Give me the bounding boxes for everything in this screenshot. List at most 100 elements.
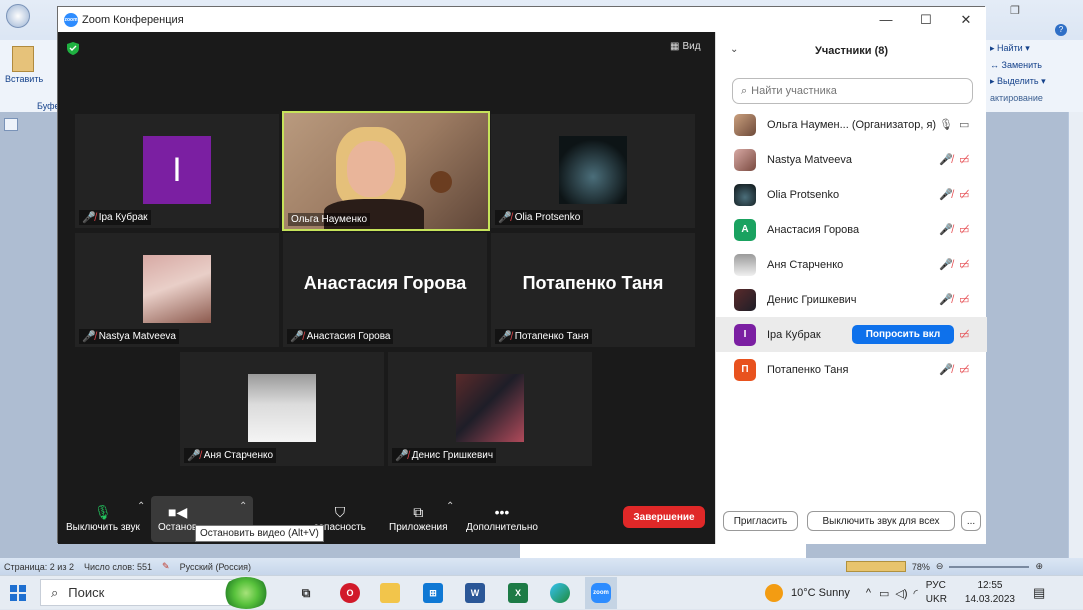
excel-icon[interactable]: X — [508, 583, 528, 603]
end-meeting-button[interactable]: Завершение — [623, 506, 705, 528]
help-icon[interactable]: ? — [1055, 24, 1067, 36]
video-tile[interactable]: 🎤̸ Денис Гришкевич — [388, 352, 592, 466]
participant-row[interactable]: Денис Гришкевич 🎤̸ ▭̸ — [716, 282, 987, 317]
zoom-app-icon[interactable]: zoom — [591, 583, 611, 603]
microphone-icon: 🎙 — [94, 504, 112, 520]
video-off-icon[interactable]: ▭̸ — [959, 223, 969, 236]
paste-label[interactable]: Вставить — [5, 74, 43, 84]
mic-muted-icon[interactable]: 🎤̸ — [939, 258, 953, 271]
select-button[interactable]: ▸ Выделить ▾ — [986, 73, 1083, 90]
invite-button[interactable]: Пригласить — [723, 511, 798, 531]
taskbar-search[interactable]: ⌕ Поиск — [40, 579, 240, 606]
replace-button[interactable]: ↔ Заменить — [986, 57, 1083, 73]
ask-to-unmute-button[interactable]: Попросить вкл — [852, 325, 954, 344]
search-highlight-icon[interactable] — [222, 577, 270, 609]
video-tile-active-speaker[interactable]: Ольга Науменко — [282, 111, 490, 231]
video-tile[interactable]: 🎤̸ Nastya Matveeva — [75, 233, 279, 347]
audio-options-caret[interactable]: ⌃ — [137, 501, 145, 512]
windows-start-icon[interactable] — [10, 585, 26, 601]
paste-icon[interactable] — [12, 46, 34, 72]
language-indicator[interactable]: РУС UKR — [926, 579, 947, 607]
zoom-track[interactable] — [949, 565, 1030, 568]
word-count[interactable]: Число слов: 551 — [84, 562, 152, 572]
notification-icon[interactable]: ▤ — [1033, 585, 1045, 601]
tile-name-label: 🎤̸ Денис Гришкевич — [392, 448, 497, 463]
office-button-icon[interactable] — [6, 4, 30, 28]
wifi-icon[interactable]: ◜ — [914, 587, 918, 600]
mute-button[interactable]: 🎙 Выключить звук — [66, 502, 140, 533]
video-camera-icon[interactable]: ▭ — [959, 118, 969, 131]
zoom-out-icon[interactable]: ⊖ — [936, 561, 944, 572]
participant-row[interactable]: I Іра Кубрак Попросить вкл ▭̸ — [716, 317, 987, 352]
participant-row[interactable]: Аня Старченко 🎤̸ ▭̸ — [716, 247, 987, 282]
participant-row[interactable]: Ольга Наумен... (Организатор, я) 🎙 ▭ — [716, 107, 987, 142]
video-options-caret[interactable]: ⌃ — [239, 501, 247, 512]
mic-muted-icon[interactable]: 🎤̸ — [939, 293, 953, 306]
word-vertical-scrollbar[interactable] — [1068, 112, 1083, 558]
edge-icon[interactable] — [550, 583, 570, 603]
store-icon[interactable]: ⊞ — [423, 583, 443, 603]
page-count[interactable]: Страница: 2 из 2 — [4, 562, 74, 572]
view-buttons[interactable] — [845, 561, 906, 572]
ruler-toggle-icon[interactable] — [4, 118, 18, 131]
participant-search[interactable]: ⌕ — [732, 78, 973, 104]
video-off-icon[interactable]: ▭̸ — [959, 328, 969, 341]
mic-muted-icon[interactable]: 🎤̸ — [939, 153, 953, 166]
avatar — [734, 148, 756, 171]
profile-photo — [143, 255, 211, 323]
windows-taskbar: ⌕ Поиск ⧉ O ⊞ W X zoom 10°C Sunny ^ ▭ ◁)… — [0, 575, 1083, 609]
word-icon[interactable]: W — [465, 583, 485, 603]
tile-name-label: 🎤̸ Іра Кубрак — [79, 210, 151, 225]
apps-button[interactable]: ⧉ Приложения — [389, 502, 448, 533]
weather-text[interactable]: 10°C Sunny — [791, 587, 850, 599]
participant-row[interactable]: А Анастасия Горова 🎤̸ ▭̸ — [716, 212, 987, 247]
maximize-button[interactable]: ☐ — [906, 7, 946, 32]
apps-options-caret[interactable]: ⌃ — [446, 501, 454, 512]
minimize-button[interactable]: — — [866, 7, 906, 32]
more-options-button[interactable]: ... — [961, 511, 981, 531]
volume-icon[interactable]: ◁) — [895, 587, 907, 600]
tile-name-label: 🎤̸ Анастасия Горова — [287, 329, 394, 344]
video-off-icon[interactable]: ▭̸ — [959, 258, 969, 271]
microphone-icon[interactable]: 🎙 — [939, 118, 953, 131]
video-off-icon[interactable]: ▭̸ — [959, 293, 969, 306]
spellcheck-icon[interactable]: ✎ — [162, 561, 170, 572]
video-tile[interactable]: Потапенко Таня 🎤̸ Потапенко Таня — [491, 233, 695, 347]
encryption-shield-icon[interactable] — [67, 42, 79, 55]
video-tile[interactable]: Анастасия Горова 🎤̸ Анастасия Горова — [283, 233, 487, 347]
task-view-icon[interactable]: ⧉ — [296, 583, 316, 603]
find-button[interactable]: ▸ Найти ▾ — [986, 40, 1083, 57]
mic-muted-icon[interactable]: 🎤̸ — [939, 188, 953, 201]
word-restore-icon[interactable]: ❐ — [1010, 4, 1020, 17]
weather-sun-icon[interactable] — [765, 584, 783, 602]
search-icon: ⌕ — [51, 584, 59, 600]
clock[interactable]: 12:55 14.03.2023 — [965, 579, 1015, 607]
video-off-icon[interactable]: ▭̸ — [959, 363, 969, 376]
network-icon[interactable]: ▭ — [879, 587, 889, 600]
video-tile[interactable]: I 🎤̸ Іра Кубрак — [75, 114, 279, 228]
video-off-icon[interactable]: ▭̸ — [959, 188, 969, 201]
view-button[interactable]: ▦ Вид — [670, 41, 701, 52]
tile-display-name: Анастасия Горова — [303, 273, 467, 293]
mic-muted-icon[interactable]: 🎤̸ — [939, 363, 953, 376]
mute-all-button[interactable]: Выключить звук для всех — [807, 511, 955, 531]
participant-row[interactable]: П Потапенко Таня 🎤̸ ▭̸ — [716, 352, 987, 387]
more-button[interactable]: ••• Дополнительно — [466, 502, 538, 533]
zoom-slider[interactable]: 78% ⊖ ⊕ — [845, 558, 1043, 575]
mic-muted-icon[interactable]: 🎤̸ — [939, 223, 953, 236]
opera-icon[interactable]: O — [340, 583, 360, 603]
video-off-icon[interactable]: ▭̸ — [959, 153, 969, 166]
video-tile[interactable]: 🎤̸ Аня Старченко — [180, 352, 384, 466]
tray-overflow-icon[interactable]: ^ — [866, 587, 871, 599]
zoom-in-icon[interactable]: ⊕ — [1035, 561, 1043, 572]
participant-row[interactable]: Nastya Matveeva 🎤̸ ▭̸ — [716, 142, 987, 177]
tile-name-label: 🎤̸ Olia Protsenko — [495, 210, 584, 225]
stop-video-button[interactable]: ■◀ Останов — [158, 502, 197, 533]
avatar: I — [734, 323, 756, 346]
close-button[interactable]: ✕ — [946, 7, 986, 32]
video-tile[interactable]: 🎤̸ Olia Protsenko — [491, 114, 695, 228]
participant-row[interactable]: Olia Protsenko 🎤̸ ▭̸ — [716, 177, 987, 212]
search-input[interactable] — [751, 85, 952, 97]
language-label[interactable]: Русский (Россия) — [180, 562, 251, 572]
file-explorer-icon[interactable] — [380, 583, 400, 603]
